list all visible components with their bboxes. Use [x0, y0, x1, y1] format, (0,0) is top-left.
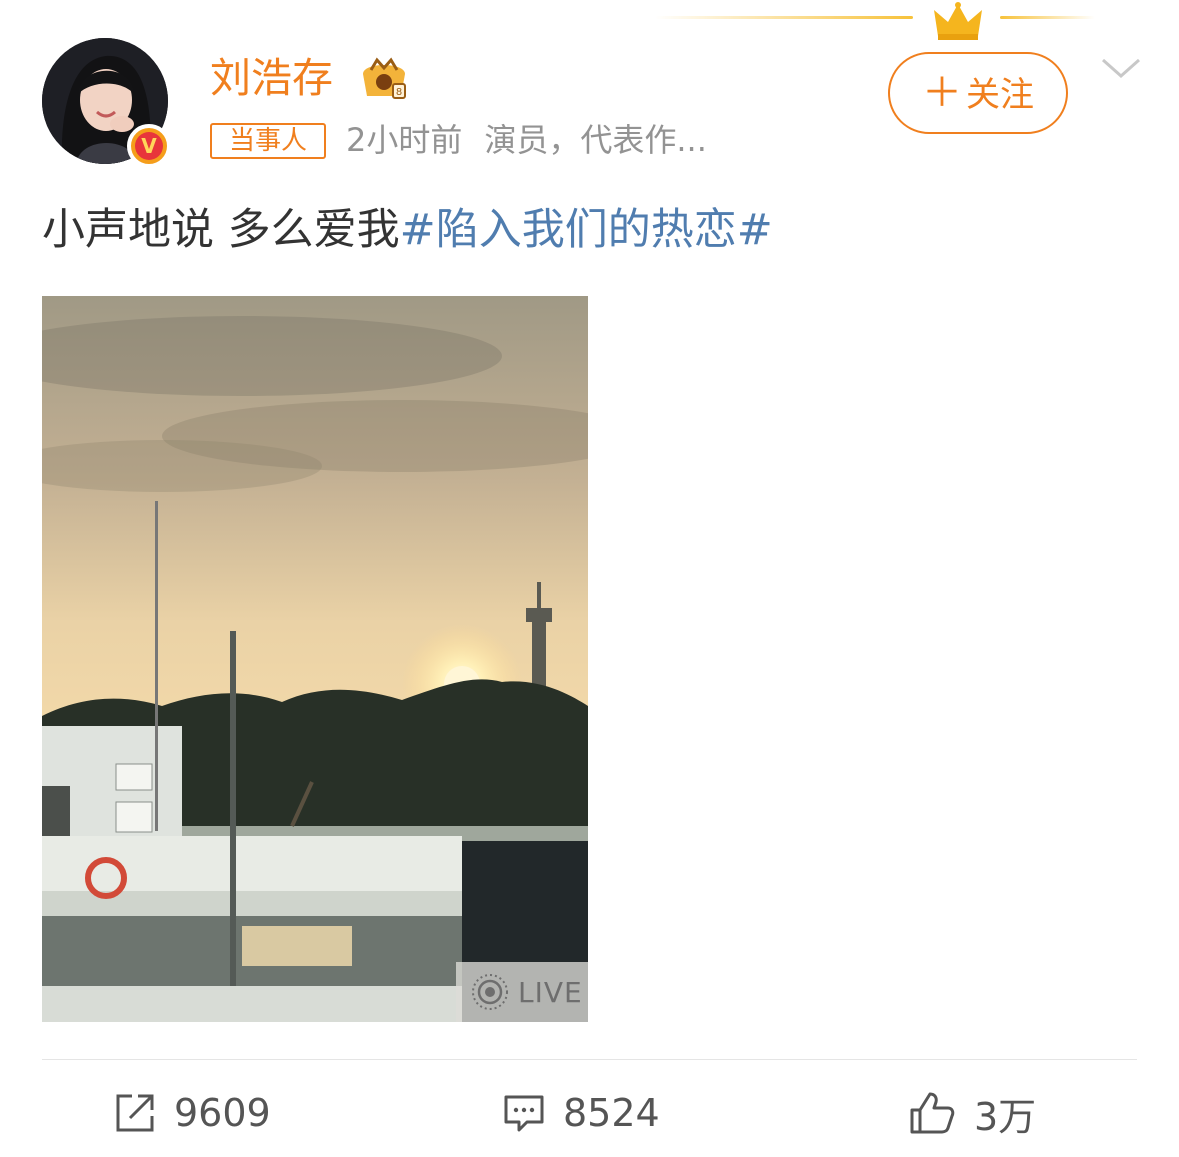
comment-button[interactable]: 8524 — [503, 1088, 660, 1138]
username[interactable]: 刘浩存 — [210, 52, 333, 104]
post-time: 2小时前 — [346, 121, 463, 159]
verified-badge-icon: V — [127, 124, 171, 168]
crown-icon — [934, 2, 982, 40]
role-tag: 当事人 — [210, 123, 326, 159]
plus-icon: ＋ — [922, 70, 962, 116]
post-image[interactable] — [42, 296, 588, 1022]
comment-icon — [504, 1095, 544, 1132]
post-text: 小声地说 多么爱我#陷入我们的热恋# — [42, 200, 773, 260]
post-meta: 2小时前 演员，代表作... — [346, 116, 707, 164]
like-button[interactable]: 3万 — [908, 1088, 1037, 1139]
decor-line-right — [1000, 16, 1095, 19]
member-crown-icon: 8 — [363, 57, 406, 99]
divider — [42, 1059, 1137, 1060]
repost-button[interactable]: 9609 — [114, 1088, 271, 1138]
author-description: 演员，代表作... — [484, 121, 707, 159]
thumbs-up-icon — [910, 1092, 955, 1134]
repost-count: 9609 — [174, 1091, 271, 1135]
post-body: 小声地说 多么爱我 — [42, 205, 400, 255]
live-label: LIVE — [518, 975, 583, 1009]
svg-text:8: 8 — [396, 87, 402, 98]
hashtag-link[interactable]: #陷入我们的热恋# — [400, 205, 773, 255]
decor-line-left — [655, 16, 913, 19]
follow-button[interactable]: ＋关注 — [888, 52, 1068, 134]
live-photo-icon — [472, 974, 508, 1010]
comment-count: 8524 — [563, 1091, 660, 1135]
live-photo-badge[interactable]: LIVE — [456, 962, 588, 1022]
follow-label: 关注 — [966, 75, 1034, 115]
chevron-down-icon[interactable] — [1100, 56, 1142, 80]
repost-icon — [116, 1094, 154, 1132]
like-count: 3万 — [974, 1094, 1037, 1139]
